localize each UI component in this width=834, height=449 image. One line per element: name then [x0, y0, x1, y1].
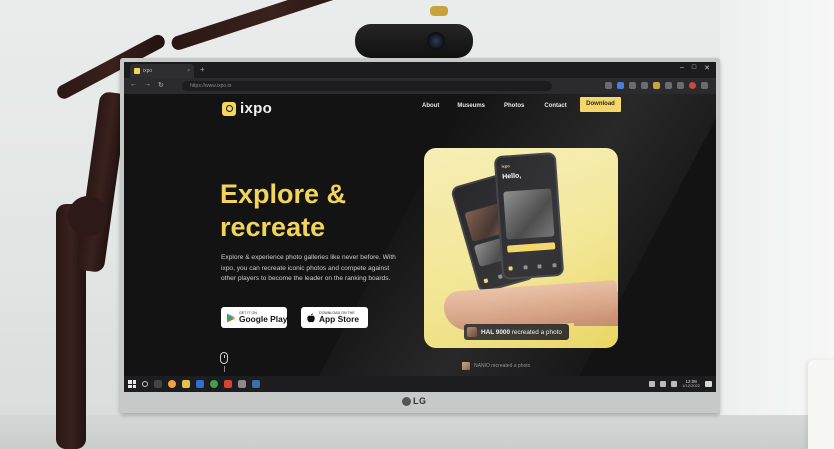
- lg-logo-icon: [402, 396, 411, 406]
- toast-user-name: HAL 9000: [481, 328, 511, 336]
- webcam-lens: [427, 32, 445, 50]
- extension-icon[interactable]: [677, 82, 684, 89]
- feed-user-name: NANIO: [474, 363, 490, 369]
- store-name: App Store: [319, 314, 360, 325]
- hero-image-card: ixpo Hello, HAL 9000 recreated a photo: [424, 148, 618, 348]
- hero-title-line: Explore &: [220, 179, 347, 209]
- task-view-icon[interactable]: [154, 380, 162, 388]
- hero-title: Explore & recreate: [220, 178, 380, 244]
- monitor: ixpo × + – □ ✕ ← → ↻ https://www.ixpo.io: [120, 58, 720, 413]
- main-nav: About Museums Photos Contact: [422, 103, 567, 109]
- website: ixpo About Museums Photos Contact Downlo…: [124, 94, 716, 376]
- phone-app-header: ixpo: [501, 163, 510, 169]
- app-store-button[interactable]: Download on the App Store: [301, 307, 368, 328]
- scroll-mouse-icon[interactable]: [220, 352, 228, 364]
- windows-start-icon[interactable]: [128, 380, 136, 388]
- browser-toolbar: ← → ↻ https://www.ixpo.io: [124, 78, 716, 94]
- file-explorer-icon[interactable]: [182, 380, 190, 388]
- logo-text: ixpo: [240, 100, 273, 117]
- volume-icon[interactable]: [671, 381, 678, 387]
- activity-toast: HAL 9000 recreated a photo: [464, 324, 569, 340]
- tab-title: ixpo: [143, 68, 153, 74]
- store-name: Google Play: [239, 314, 288, 325]
- extension-icon[interactable]: [665, 82, 672, 89]
- phone-greeting: Hello,: [501, 172, 522, 181]
- tab-close-icon[interactable]: ×: [187, 68, 190, 74]
- system-tray: 12:09 1/12/2022: [649, 379, 712, 389]
- desk-surface: [0, 415, 834, 449]
- avatar: [462, 362, 470, 370]
- profile-avatar-icon[interactable]: [689, 82, 696, 89]
- extension-icons: [605, 82, 708, 89]
- download-button[interactable]: Download: [580, 97, 621, 112]
- extension-icon[interactable]: [641, 82, 648, 89]
- nav-link-contact[interactable]: Contact: [544, 103, 566, 109]
- nav-link-photos[interactable]: Photos: [504, 103, 524, 109]
- feed-action: recreated a photo: [491, 363, 531, 369]
- steam-icon[interactable]: [252, 380, 260, 388]
- address-bar-input[interactable]: https://www.ixpo.io: [182, 81, 552, 91]
- clock-date: 1/12/2022: [682, 383, 700, 389]
- scroll-indicator-line: [224, 366, 225, 372]
- acrobat-icon[interactable]: [224, 380, 232, 388]
- nav-link-museums[interactable]: Museums: [457, 103, 485, 109]
- os-taskbar: 12:09 1/12/2022: [124, 376, 716, 392]
- monitor-brand-text: LG: [413, 396, 427, 406]
- monitor-brand-logo: LG: [402, 396, 427, 406]
- chrome-icon[interactable]: [210, 380, 218, 388]
- minimize-button[interactable]: –: [680, 64, 684, 72]
- system-clock[interactable]: 12:09 1/12/2022: [682, 379, 700, 389]
- forward-arrow-icon[interactable]: →: [144, 81, 151, 89]
- phone-action-button: [507, 242, 556, 253]
- activity-feed-item: NANIO recreated a photo: [462, 362, 530, 370]
- browser-tab[interactable]: ixpo ×: [130, 64, 194, 78]
- phone-mockup: ixpo Hello,: [493, 151, 565, 281]
- monitor-bezel: LG: [120, 392, 720, 413]
- extension-icon[interactable]: [617, 82, 624, 89]
- favicon-icon: [134, 68, 140, 74]
- search-icon[interactable]: [142, 381, 148, 387]
- wall-bracket: [808, 360, 834, 449]
- webcam-accent: [430, 6, 448, 16]
- reload-icon[interactable]: ↻: [158, 81, 164, 89]
- browser-nav-buttons: ← → ↻: [130, 81, 164, 89]
- phone-tabbar: [508, 261, 557, 272]
- maximize-button[interactable]: □: [692, 64, 696, 72]
- extension-icon[interactable]: [629, 82, 636, 89]
- avatar: [467, 327, 477, 337]
- network-icon[interactable]: [660, 381, 667, 387]
- extension-icon[interactable]: [605, 82, 612, 89]
- webcam: [355, 24, 473, 58]
- monitor-arm-joint: [68, 196, 108, 236]
- photo-thumbnail: [503, 188, 555, 240]
- toast-action: recreated a photo: [511, 328, 562, 336]
- hero-title-line: recreate: [220, 212, 326, 242]
- mail-icon[interactable]: [196, 380, 204, 388]
- chevron-up-icon[interactable]: [649, 381, 656, 387]
- google-play-button[interactable]: GET IT ON Google Play: [221, 307, 287, 328]
- ixpo-logo-icon: [222, 101, 236, 116]
- settings-icon[interactable]: [238, 380, 246, 388]
- google-play-icon: [226, 313, 236, 323]
- window-controls: – □ ✕: [680, 64, 710, 72]
- site-logo[interactable]: ixpo: [222, 100, 272, 117]
- nav-link-about[interactable]: About: [422, 103, 439, 109]
- hero-description: Explore & experience photo galleries lik…: [221, 254, 396, 282]
- firefox-icon[interactable]: [168, 380, 176, 388]
- extension-icon[interactable]: [653, 82, 660, 89]
- menu-icon[interactable]: [701, 82, 708, 89]
- close-window-button[interactable]: ✕: [704, 64, 710, 72]
- new-tab-button[interactable]: +: [200, 65, 205, 74]
- screen: ixpo × + – □ ✕ ← → ↻ https://www.ixpo.io: [124, 62, 716, 392]
- browser-tabbar: ixpo × + – □ ✕: [124, 62, 716, 78]
- monitor-arm-segment: [169, 0, 374, 52]
- apple-icon: [306, 312, 316, 323]
- back-arrow-icon[interactable]: ←: [130, 81, 137, 89]
- notification-icon[interactable]: [705, 381, 712, 387]
